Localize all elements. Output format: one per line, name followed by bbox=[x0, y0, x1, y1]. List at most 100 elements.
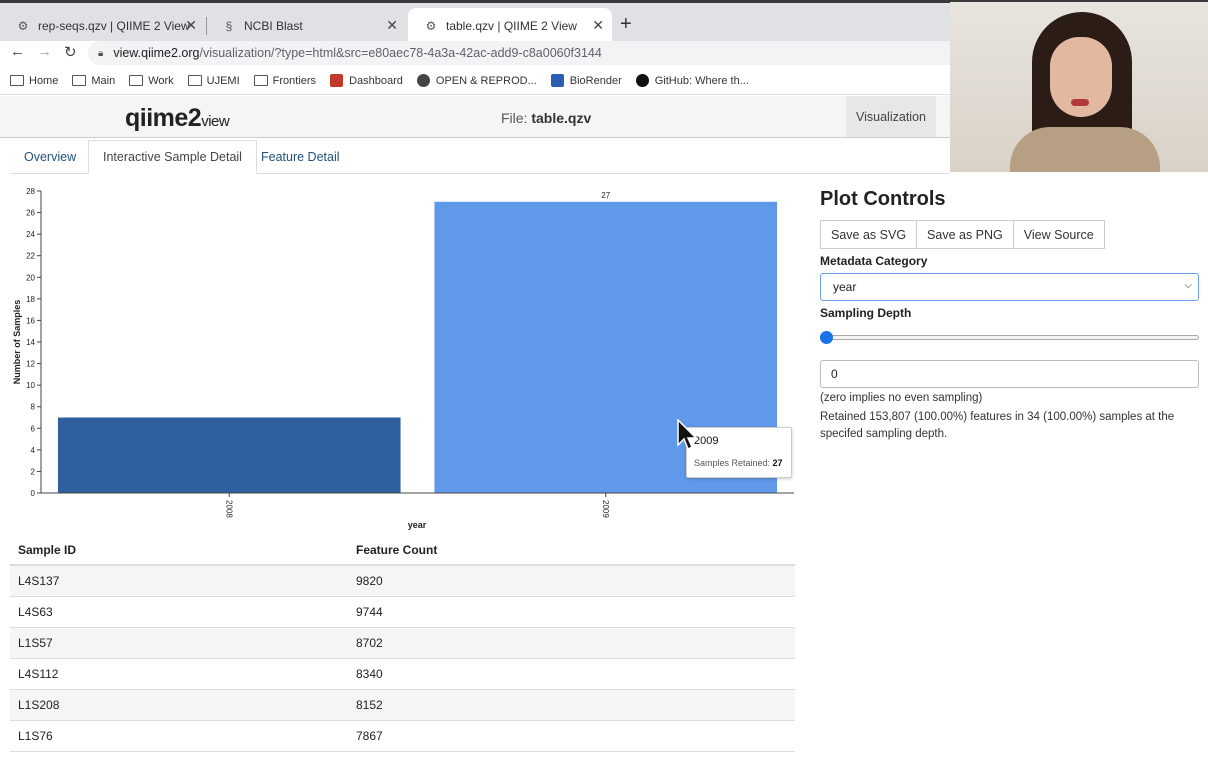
mouse-cursor-icon bbox=[677, 419, 698, 451]
cell-feature-count: 9744 bbox=[356, 605, 383, 619]
github-icon bbox=[635, 74, 649, 87]
tab-feature-detail[interactable]: Feature Detail bbox=[247, 140, 354, 174]
bookmark-github[interactable]: GitHub: Where th... bbox=[635, 74, 749, 87]
qiime2-view-logo[interactable]: qiime2view bbox=[125, 104, 230, 133]
folder-icon bbox=[187, 75, 202, 86]
tooltip-line: Samples Retained: 27 bbox=[694, 458, 783, 468]
close-icon[interactable]: ✕ bbox=[185, 17, 197, 34]
ubc-icon bbox=[330, 74, 344, 87]
y-tick-label: 22 bbox=[26, 252, 35, 261]
close-icon[interactable]: ✕ bbox=[592, 17, 604, 34]
view-source-button[interactable]: View Source bbox=[1012, 220, 1105, 249]
y-tick-label: 10 bbox=[26, 381, 35, 390]
y-tick-label: 0 bbox=[31, 489, 36, 498]
bookmark-label: GitHub: Where th... bbox=[654, 74, 749, 87]
lock-icon: 🔒︎ bbox=[98, 47, 104, 59]
bookmark-label: Main bbox=[91, 74, 116, 87]
cell-sample-id: L4S112 bbox=[18, 667, 59, 681]
qiime-icon: ⚙ bbox=[425, 19, 437, 33]
visualization-button[interactable]: Visualization bbox=[846, 96, 936, 137]
header-feature-count[interactable]: Feature Count bbox=[356, 543, 795, 557]
close-icon[interactable]: ✕ bbox=[386, 17, 398, 34]
url-path: /visualization/?type=html&src=e80aec78-4… bbox=[199, 46, 602, 60]
folder-icon bbox=[253, 75, 268, 86]
logo-main: qiime2 bbox=[125, 104, 202, 132]
bookmark-biorender[interactable]: BioRender bbox=[550, 74, 622, 87]
sampling-depth-input[interactable]: 0 bbox=[820, 360, 1199, 388]
file-name: table.qzv bbox=[531, 110, 592, 126]
forward-arrow-icon[interactable]: → bbox=[37, 43, 52, 60]
cell-feature-count: 9820 bbox=[356, 574, 383, 588]
bookmark-label: OPEN & REPROD... bbox=[435, 74, 537, 87]
bookmark-open-reprod[interactable]: OPEN & REPROD... bbox=[416, 74, 537, 87]
table-row: L1S208 8152 bbox=[10, 690, 795, 721]
y-tick-label: 16 bbox=[26, 316, 35, 325]
chevron-down-icon: ⌵ bbox=[1184, 280, 1192, 291]
plot-controls-title: Plot Controls bbox=[820, 188, 946, 210]
cell-sample-id: L1S76 bbox=[18, 729, 53, 743]
save-png-button[interactable]: Save as PNG bbox=[916, 220, 1014, 249]
reload-icon[interactable]: ↻ bbox=[64, 43, 77, 61]
y-tick-label: 8 bbox=[31, 403, 36, 412]
table-row: L4S137 9820 bbox=[10, 566, 795, 597]
globe-icon bbox=[416, 74, 430, 87]
cell-sample-id: L4S63 bbox=[18, 605, 53, 619]
y-axis-label: Number of Samples bbox=[12, 300, 22, 385]
y-tick-label: 14 bbox=[26, 338, 35, 347]
slider-thumb[interactable] bbox=[820, 331, 833, 344]
x-tick-label: 2009 bbox=[601, 500, 610, 518]
cell-feature-count: 8340 bbox=[356, 667, 383, 681]
tooltip-label: Samples Retained: bbox=[694, 458, 773, 468]
dna-icon: § bbox=[225, 19, 233, 33]
zero-help-text: (zero implies no even sampling) bbox=[820, 392, 983, 404]
webcam-overlay bbox=[950, 2, 1208, 172]
tab-label: rep-seqs.qzv | QIIME 2 View bbox=[38, 19, 190, 33]
tooltip-value: 27 bbox=[772, 458, 783, 468]
metadata-category-value: year bbox=[833, 280, 857, 294]
y-tick-label: 12 bbox=[26, 360, 35, 369]
bookmark-ujemi[interactable]: UJEMI bbox=[187, 75, 240, 87]
bar-2008 bbox=[57, 417, 401, 493]
bookmark-label: Frontiers bbox=[272, 74, 317, 87]
table-row: L4S112 8340 bbox=[10, 659, 795, 690]
cell-sample-id: L1S208 bbox=[18, 698, 60, 712]
export-button-group: Save as SVG Save as PNG View Source bbox=[820, 220, 1200, 249]
tab-interactive-sample-detail[interactable]: Interactive Sample Detail bbox=[88, 140, 257, 174]
bookmark-main[interactable]: Main bbox=[72, 75, 115, 87]
metadata-category-select[interactable]: year ⌵ bbox=[820, 273, 1199, 301]
back-arrow-icon[interactable]: ← bbox=[10, 43, 25, 60]
tab-label: table.qzv | QIIME 2 View bbox=[446, 19, 577, 33]
tab-ncbi-blast[interactable]: § NCBI Blast ✕ bbox=[206, 8, 406, 44]
presenter-body bbox=[1010, 127, 1160, 172]
cell-feature-count: 7867 bbox=[356, 729, 383, 743]
sampling-depth-slider[interactable] bbox=[820, 330, 1199, 344]
plot-controls: Plot Controls Save as SVG Save as PNG Vi… bbox=[820, 188, 1200, 443]
y-tick-label: 4 bbox=[31, 446, 36, 455]
tab-table-qzv[interactable]: ⚙ table.qzv | QIIME 2 View ✕ bbox=[408, 8, 612, 44]
cell-feature-count: 8152 bbox=[356, 698, 383, 712]
biorender-icon bbox=[550, 74, 564, 87]
presenter-lips bbox=[1071, 99, 1089, 106]
bookmark-frontiers[interactable]: Frontiers bbox=[253, 74, 317, 87]
x-axis: 2008 2009 bbox=[41, 492, 794, 518]
table-row: L1S57 8702 bbox=[10, 628, 795, 659]
bars: 27 bbox=[57, 191, 778, 494]
sample-table: Sample ID Feature Count L4S137 9820 L4S6… bbox=[10, 535, 795, 752]
bookmark-dashboard[interactable]: Dashboard bbox=[330, 74, 403, 87]
tab-overview[interactable]: Overview bbox=[10, 140, 90, 174]
folder-icon bbox=[72, 75, 87, 86]
cell-sample-id: L1S57 bbox=[18, 636, 53, 650]
y-tick-label: 6 bbox=[31, 424, 36, 433]
bookmark-work[interactable]: Work bbox=[129, 74, 174, 87]
save-svg-button[interactable]: Save as SVG bbox=[820, 220, 918, 249]
slider-track[interactable] bbox=[820, 335, 1199, 340]
cell-sample-id: L4S137 bbox=[18, 574, 60, 588]
bookmark-home[interactable]: Home bbox=[10, 75, 58, 87]
new-tab-icon[interactable]: + bbox=[620, 14, 632, 34]
header-sample-id[interactable]: Sample ID bbox=[10, 543, 356, 557]
logo-sub: view bbox=[201, 113, 230, 130]
tab-rep-seqs[interactable]: ⚙ rep-seqs.qzv | QIIME 2 View ✕ bbox=[0, 8, 205, 44]
y-tick-label: 2 bbox=[31, 467, 36, 476]
chart-tooltip: 2009 Samples Retained: 27 bbox=[686, 427, 792, 478]
bookmark-label: Work bbox=[148, 74, 174, 87]
